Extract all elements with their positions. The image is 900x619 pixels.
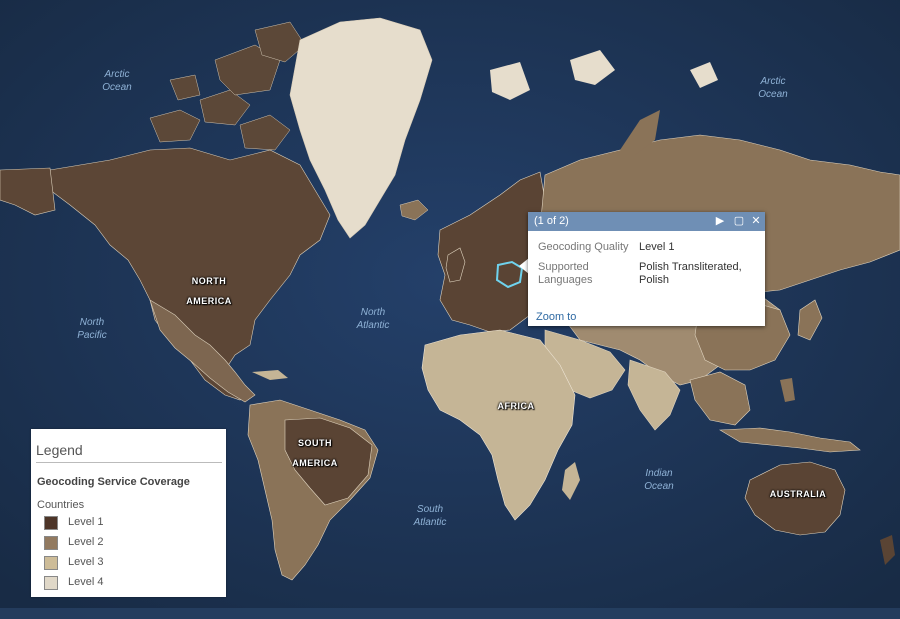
- legend-swatch: [44, 536, 58, 550]
- info-popup[interactable]: (1 of 2) ▶ ▢ ✕ Geocoding Quality Level 1…: [528, 212, 765, 326]
- ocean-label-north-atlantic: North Atlantic: [333, 306, 413, 332]
- legend-item-label: Level 3: [68, 556, 104, 568]
- legend-swatch: [44, 556, 58, 570]
- ocean-label-arctic-left: Arctic Ocean: [77, 68, 157, 94]
- ocean-label-line: South: [416, 504, 444, 515]
- maximize-icon[interactable]: ▢: [733, 215, 745, 227]
- continent-label-north-america: NORTH AMERICA: [164, 271, 254, 311]
- ocean-label-line: Arctic: [104, 69, 130, 80]
- popup-titlebar: (1 of 2) ▶ ▢ ✕: [528, 212, 765, 231]
- popup-label-languages: Supported Languages: [538, 261, 593, 286]
- popup-value-languages: Polish Transliterated, Polish: [639, 261, 742, 286]
- popup-label-quality: Geocoding Quality: [538, 241, 629, 253]
- legend-layer-name: Geocoding Service Coverage: [37, 476, 190, 488]
- ocean-label-arctic-right: Arctic Ocean: [733, 75, 813, 101]
- ocean-label-line: North: [79, 317, 105, 328]
- ocean-label-line: Atlantic: [413, 517, 447, 528]
- continent-label-africa: AFRICA: [497, 401, 535, 411]
- continent-label-australia: AUSTRALIA: [769, 489, 827, 499]
- legend-swatch: [44, 516, 58, 530]
- continent-label-line: SOUTH: [298, 438, 332, 448]
- popup-value-quality: Level 1: [639, 241, 675, 253]
- ocean-label-south-atlantic: South Atlantic: [390, 503, 470, 529]
- legend-item-label: Level 2: [68, 536, 104, 548]
- ocean-label-line: Atlantic: [356, 320, 390, 331]
- ocean-label-indian: Indian Ocean: [619, 467, 699, 493]
- legend-group-name: Countries: [37, 499, 85, 511]
- continent-label-south-america: SOUTH AMERICA: [270, 433, 360, 473]
- legend-item-label: Level 4: [68, 576, 104, 588]
- popup-counter: (1 of 2): [534, 215, 569, 227]
- next-feature-icon[interactable]: ▶: [714, 215, 726, 227]
- legend-swatch: [44, 576, 58, 590]
- ocean-label-line: Ocean: [644, 481, 674, 492]
- ocean-label-line: Arctic: [760, 76, 786, 87]
- zoom-to-link[interactable]: Zoom to: [536, 311, 576, 323]
- continent-label-line: AMERICA: [186, 296, 232, 306]
- legend-panel: Legend Geocoding Service Coverage Countr…: [31, 429, 226, 597]
- ocean-label-line: North: [360, 307, 386, 318]
- legend-item-label: Level 1: [68, 516, 104, 528]
- continent-label-line: NORTH: [191, 276, 227, 286]
- legend-divider: [36, 462, 222, 463]
- ocean-label-line: Ocean: [758, 89, 788, 100]
- antarctic-edge: [0, 608, 900, 619]
- close-icon[interactable]: ✕: [750, 215, 762, 227]
- ocean-label-line: Pacific: [77, 330, 107, 341]
- ocean-label-line: Ocean: [102, 82, 132, 93]
- legend-title: Legend: [36, 442, 83, 458]
- continent-label-line: AMERICA: [292, 458, 338, 468]
- map-view[interactable]: Arctic Ocean Arctic Ocean North Pacific …: [0, 0, 900, 619]
- ocean-label-line: Indian: [645, 468, 673, 479]
- ocean-label-north-pacific: North Pacific: [52, 316, 132, 342]
